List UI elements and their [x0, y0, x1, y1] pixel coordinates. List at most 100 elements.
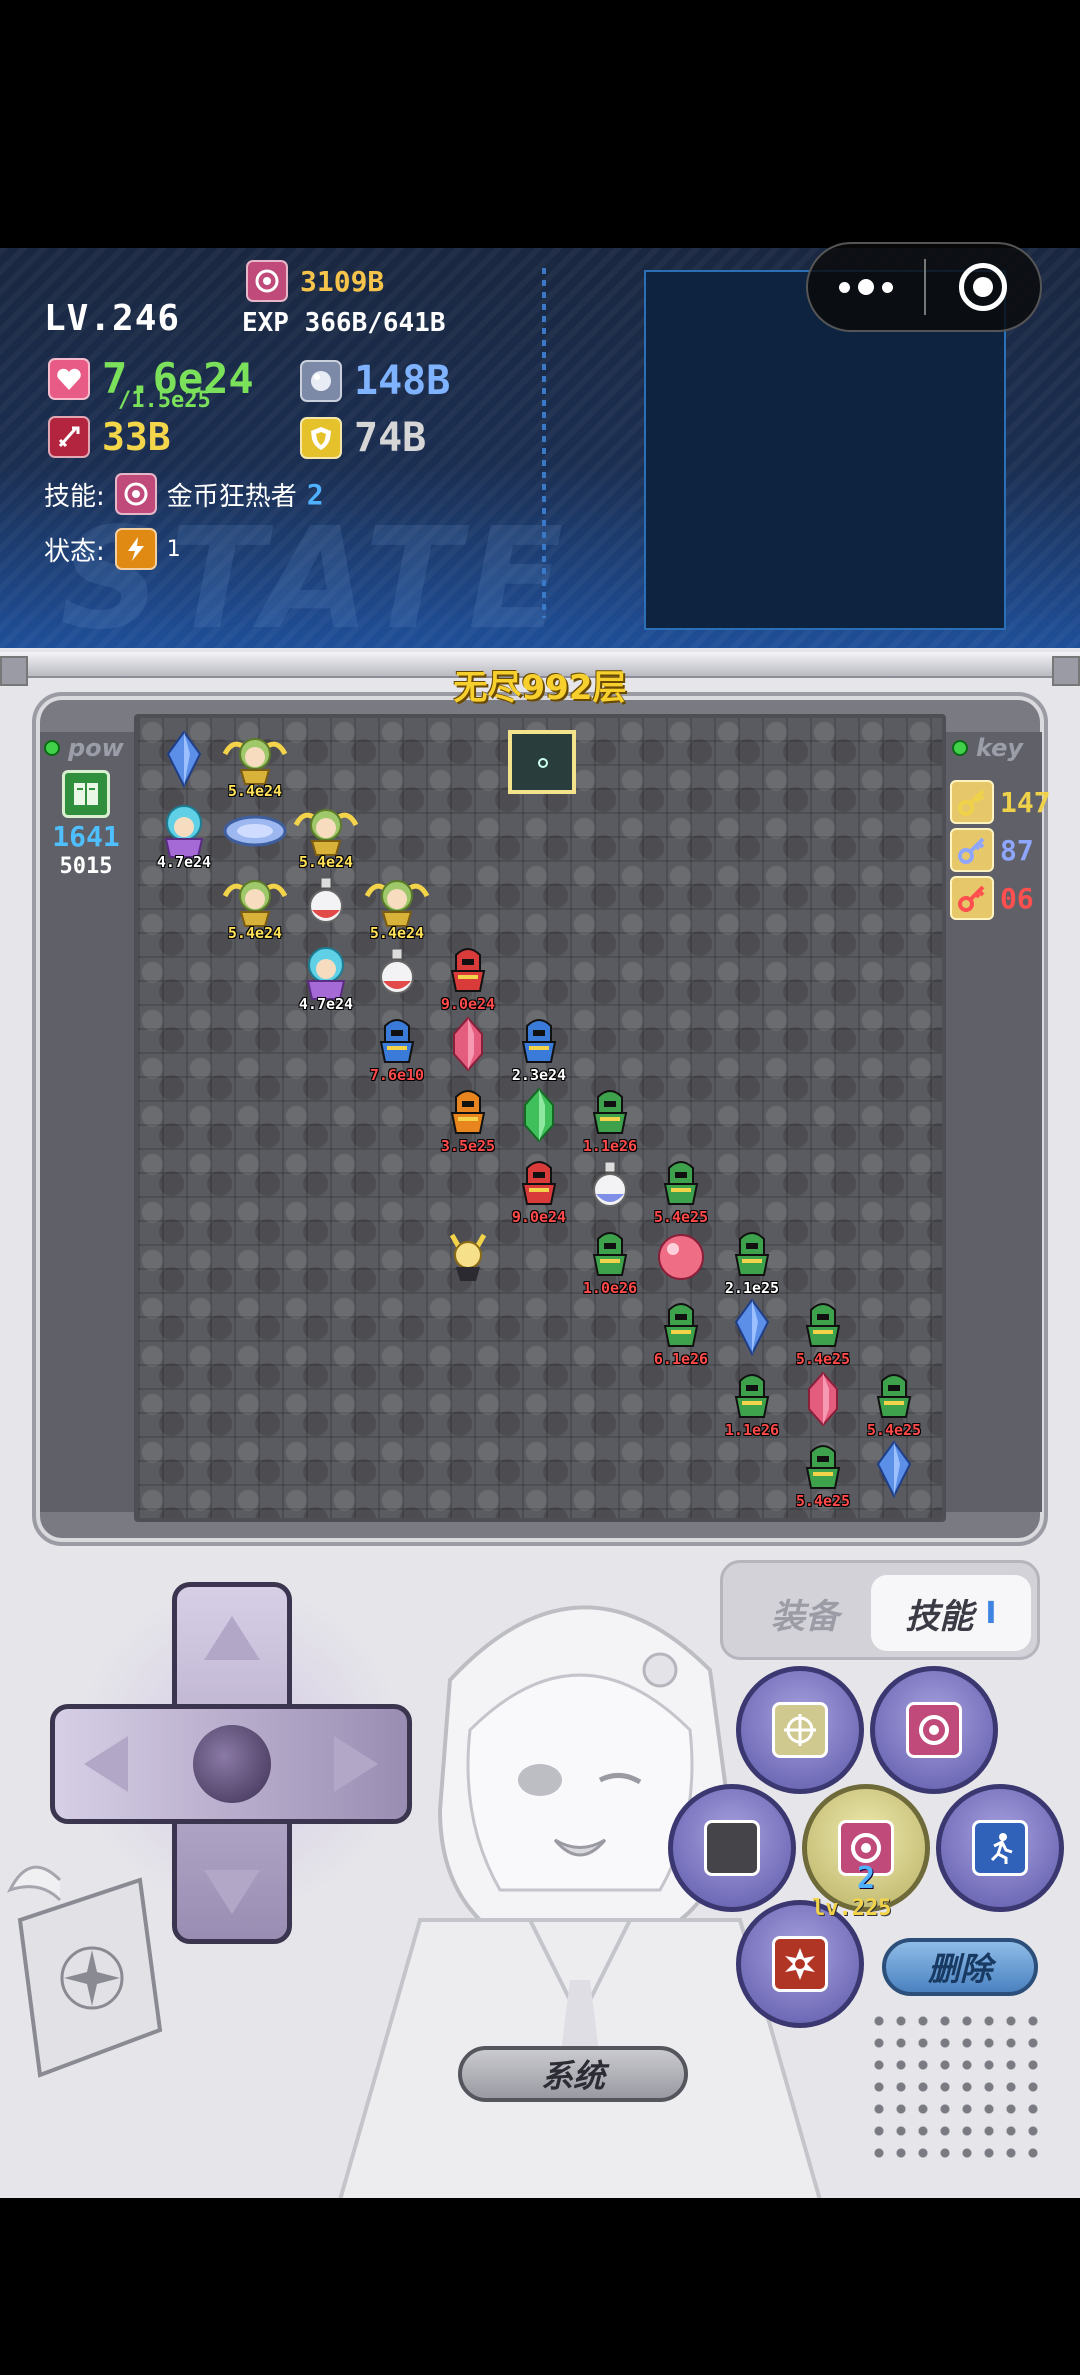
- skill-label: 技能:: [44, 481, 105, 512]
- board-knight-blue[interactable]: 7.6e10: [361, 1008, 433, 1084]
- board-knight-green[interactable]: 1.0e26: [574, 1221, 646, 1297]
- close-target-icon[interactable]: [926, 244, 1040, 330]
- miniprogram-capsule: [806, 242, 1042, 332]
- skill-button-fly[interactable]: [736, 1666, 864, 1794]
- active-skill-level: 2: [857, 1861, 876, 1896]
- magic-value: 148B: [354, 358, 451, 404]
- top-black-bar: [0, 0, 1080, 248]
- status-led-icon: [952, 740, 968, 756]
- board-knight-green[interactable]: 6.1e26: [645, 1292, 717, 1368]
- key-count: 147: [1000, 785, 1051, 819]
- status-label: 状态:: [44, 536, 105, 567]
- pow-value: 1641: [52, 820, 120, 853]
- sword-icon: [48, 416, 90, 458]
- board-knight-blue[interactable]: 2.3e24: [503, 1008, 575, 1084]
- status-row: 状态: 1: [44, 528, 181, 570]
- enemy-damage-label: 5.4e24: [227, 924, 283, 942]
- enemy-damage-label: 5.4e25: [795, 1492, 851, 1510]
- skill-button-escape[interactable]: [936, 1784, 1064, 1912]
- board-mage[interactable]: 4.7e24: [148, 795, 220, 871]
- running-man-icon: [972, 1820, 1028, 1876]
- tab-equipment[interactable]: 装备: [741, 1575, 869, 1651]
- defense-stat: 74B: [300, 415, 426, 461]
- enemy-damage-label: 4.7e24: [156, 853, 212, 871]
- enemy-damage-label: 7.6e10: [369, 1066, 425, 1084]
- book-icon[interactable]: [62, 770, 110, 818]
- orb-icon: [300, 360, 342, 402]
- board-gem-blue[interactable]: [858, 1434, 930, 1506]
- skill-level: 2: [306, 477, 324, 511]
- teleport-icon: [772, 1702, 828, 1758]
- board-angel[interactable]: 5.4e24: [361, 866, 433, 942]
- system-button[interactable]: 系统: [458, 2046, 688, 2102]
- game-board[interactable]: 5.4e24 4.7e24 5.4e24 5.4e24 5.4e24 4.7e24 9.0e…: [134, 714, 946, 1522]
- attack-stat: 33B: [48, 415, 171, 459]
- spellbook-art: [7, 1865, 163, 2078]
- enemy-damage-label: 4.7e24: [298, 995, 354, 1013]
- status-led-icon: [44, 740, 60, 756]
- speaker-grille: [868, 2010, 1038, 2160]
- defense-value: 74B: [354, 415, 427, 461]
- enemy-damage-label: 9.0e24: [511, 1208, 567, 1226]
- panel-tabs: 装备 技能 I: [720, 1560, 1040, 1660]
- tab-page-number: I: [985, 1595, 997, 1631]
- magic-stat: 148B: [300, 358, 450, 404]
- key-row: 87: [950, 828, 1034, 872]
- board-angel[interactable]: 5.4e24: [290, 795, 362, 871]
- coin-skill-icon: [246, 260, 288, 302]
- skill-button-coin[interactable]: [870, 1666, 998, 1794]
- key-row: 147: [950, 780, 1051, 824]
- board-knight-green[interactable]: 5.4e25: [858, 1363, 930, 1439]
- dpad-right-arrow-icon[interactable]: [334, 1736, 378, 1792]
- board-angel[interactable]: 5.4e24: [219, 866, 291, 942]
- dpad-up-arrow-icon[interactable]: [204, 1616, 260, 1660]
- heart-icon: [48, 358, 90, 400]
- shield-icon: [300, 417, 342, 459]
- board-hero[interactable]: [432, 1221, 504, 1293]
- skill-row: 技能: 金币狂热者 2: [44, 473, 324, 515]
- tab-skills[interactable]: 技能 I: [871, 1575, 1031, 1651]
- key-icon: [950, 876, 994, 920]
- key-count: 87: [1000, 833, 1034, 867]
- board-knight-green[interactable]: 5.4e25: [645, 1150, 717, 1226]
- stairs-icon[interactable]: [508, 730, 576, 794]
- lightning-icon: [114, 528, 157, 570]
- enemy-damage-label: 3.5e25: [440, 1137, 496, 1155]
- board-angel[interactable]: 5.4e24: [219, 724, 291, 800]
- coin-skill-icon: [906, 1702, 962, 1758]
- floor-title: 无尽992层: [453, 668, 627, 708]
- coin-skill-icon: [114, 473, 157, 515]
- status-count: 1: [166, 536, 181, 562]
- enemy-damage-label: 1.0e26: [582, 1279, 638, 1297]
- dpad-center: [193, 1725, 271, 1803]
- hp-max: /1.5e25: [118, 388, 211, 413]
- delete-button[interactable]: 删除: [882, 1938, 1038, 1996]
- more-dots-icon[interactable]: [808, 244, 924, 330]
- attack-value: 33B: [102, 415, 171, 459]
- burst-icon: [772, 1936, 828, 1992]
- skill-button-active-coin[interactable]: 2: [802, 1784, 930, 1912]
- gold-amount: 3109B: [300, 264, 385, 298]
- board-knight-green[interactable]: 5.4e25: [787, 1292, 859, 1368]
- board-mage[interactable]: 4.7e24: [290, 937, 362, 1013]
- board-knight-green[interactable]: 1.1e26: [716, 1363, 788, 1439]
- active-skill-lv: lv.225: [812, 1896, 892, 1921]
- dpad-down-arrow-icon[interactable]: [204, 1870, 260, 1914]
- panel-divider: [542, 268, 546, 618]
- gold-display: 3109B: [246, 260, 384, 302]
- board-knight-red[interactable]: 9.0e24: [503, 1150, 575, 1226]
- key-row: 06: [950, 876, 1034, 920]
- dpad-left-arrow-icon[interactable]: [84, 1736, 128, 1792]
- board-knight-green[interactable]: 2.1e25: [716, 1221, 788, 1297]
- key-count: 06: [1000, 881, 1034, 915]
- board-knight-green[interactable]: 1.1e26: [574, 1079, 646, 1155]
- enemy-damage-label: 1.1e26: [724, 1421, 780, 1439]
- board-knight-green[interactable]: 5.4e25: [787, 1434, 859, 1510]
- key-icon: [950, 828, 994, 872]
- enemy-damage-label: 6.1e26: [653, 1350, 709, 1368]
- skill-button-empty[interactable]: [668, 1784, 796, 1912]
- board-knight-red[interactable]: 9.0e24: [432, 937, 504, 1013]
- board-knight-orange[interactable]: 3.5e25: [432, 1079, 504, 1155]
- bottom-black-bar: [0, 2198, 1080, 2375]
- skill-name: 金币狂热者: [166, 481, 297, 512]
